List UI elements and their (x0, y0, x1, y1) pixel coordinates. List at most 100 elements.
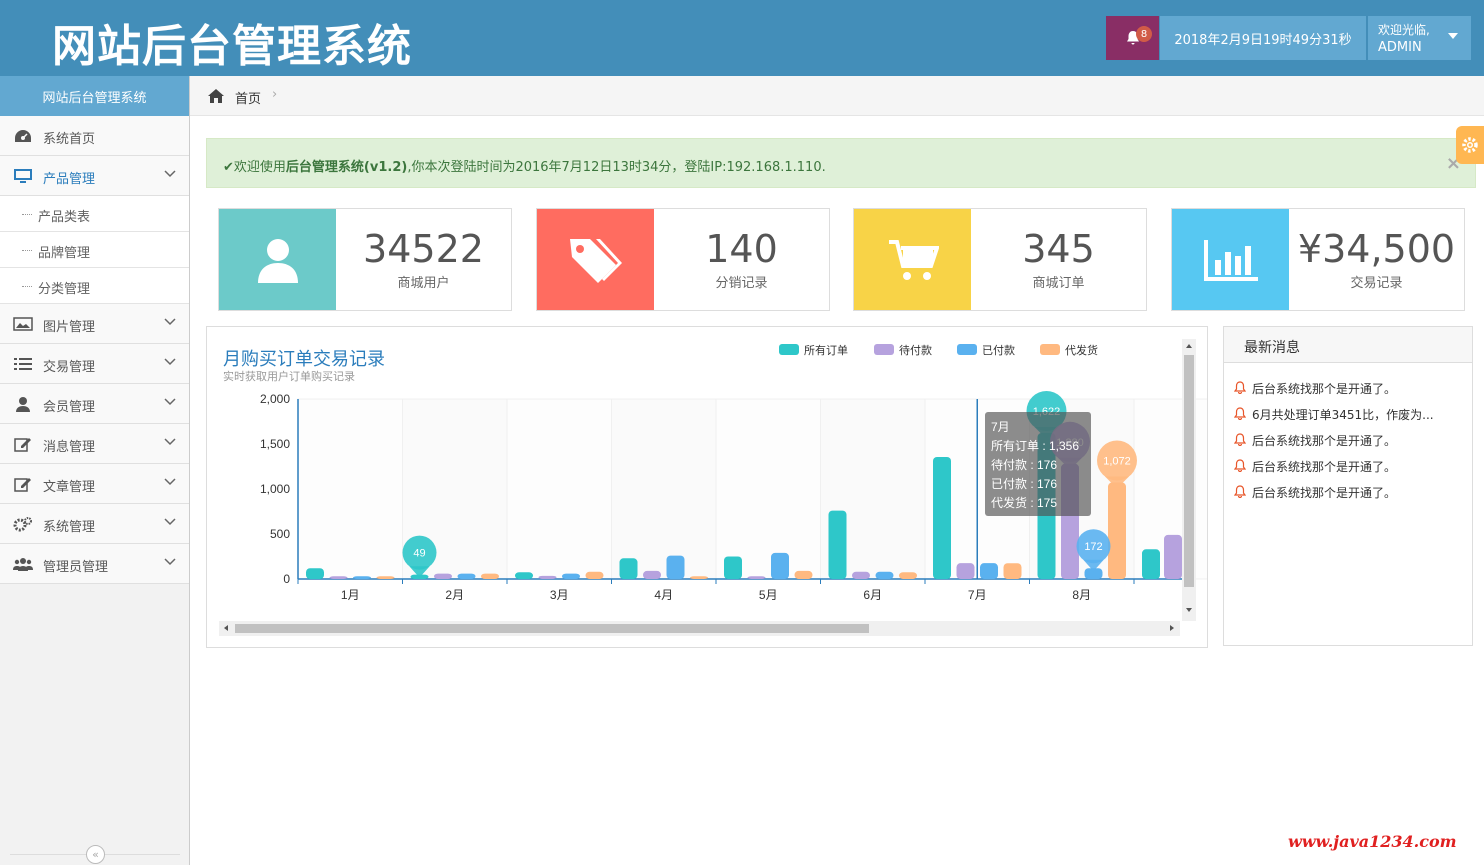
submenu-item-product-list[interactable]: 产品类表 (0, 196, 189, 232)
category-band (297, 398, 403, 580)
sidebar-item-admins[interactable]: 管理员管理 (0, 544, 189, 584)
current-datetime: 2018年2月9日19时49分31秒 (1160, 16, 1366, 60)
chevron-down-icon (164, 518, 176, 526)
bar (933, 456, 951, 579)
sidebar-item-label: 交易管理 (43, 360, 96, 375)
gear-icon (1462, 137, 1478, 153)
legend-swatch (1040, 344, 1060, 355)
bar (585, 571, 604, 579)
breadcrumb-separator-icon: › (272, 87, 278, 102)
settings-toggle[interactable] (1456, 126, 1484, 164)
welcome-alert: ✔欢迎使用后台管理系统(v1.2),你本次登陆时间为2016年7月12日13时3… (206, 138, 1476, 188)
bar (619, 558, 638, 579)
bell-outline-icon (1234, 407, 1246, 420)
bar (515, 572, 533, 579)
bar (538, 575, 557, 579)
sidebar-item-label: 图片管理 (43, 320, 96, 335)
sidebar-item-members[interactable]: 会员管理 (0, 384, 189, 424)
sidebar: 网站后台管理系统 系统首页 产品管理 产品类表 品牌管理 分类管理 图片管理 交… (0, 76, 190, 865)
y-tick-label: 2,000 (260, 392, 290, 406)
sidebar-item-pictures[interactable]: 图片管理 (0, 304, 189, 344)
watermark-text: www.java1234.com (1288, 832, 1457, 851)
x-tick-label: 3月 (550, 588, 569, 602)
stat-card-orders[interactable]: 345 商城订单 (853, 208, 1147, 311)
bar (724, 556, 742, 579)
message-item[interactable]: 后台系统找那个是开通了。 (1224, 479, 1472, 505)
tooltip-line: 代发货 : 175 (991, 495, 1057, 510)
message-item[interactable]: 后台系统找那个是开通了。 (1224, 453, 1472, 479)
sidebar-title: 网站后台管理系统 (0, 76, 189, 116)
breadcrumb-home-link[interactable]: 首页 (235, 88, 261, 107)
x-tick-label: 2月 (445, 588, 464, 602)
bar (329, 576, 348, 579)
alert-message: ✔欢迎使用后台管理系统(v1.2),你本次登陆时间为2016年7月12日13时3… (223, 156, 826, 175)
submenu-label: 产品类表 (38, 210, 91, 225)
home-icon[interactable] (207, 88, 225, 103)
message-item[interactable]: 6月共处理订单3451比，作废为... (1224, 401, 1472, 427)
message-text: 后台系统找那个是开通了。 (1252, 460, 1397, 474)
sidebar-item-articles[interactable]: 文章管理 (0, 464, 189, 504)
sidebar-item-system[interactable]: 系统管理 (0, 504, 189, 544)
stat-card-transactions[interactable]: ¥34,500 交易记录 (1171, 208, 1465, 311)
sidebar-item-label: 管理员管理 (43, 560, 109, 575)
sidebar-item-label: 会员管理 (43, 400, 96, 415)
chevron-down-icon (164, 170, 176, 178)
edit-icon (14, 478, 31, 492)
sidebar-item-transactions[interactable]: 交易管理 (0, 344, 189, 384)
dashboard-icon (15, 130, 31, 142)
stat-icon-box (854, 209, 971, 310)
user-menu[interactable]: 欢迎光临, ADMIN (1368, 16, 1471, 60)
message-text: 后台系统找那个是开通了。 (1252, 382, 1397, 396)
alert-system-name: 后台管理系统(v1.2) (285, 160, 408, 175)
user-icon (16, 397, 30, 412)
orders-bar-chart[interactable]: 2,0001,5001,00050001月2月3月4月5月6月7月8月9491,… (207, 327, 1207, 647)
sidebar-collapse-button[interactable]: « (86, 845, 105, 864)
sidebar-item-messages[interactable]: 消息管理 (0, 424, 189, 464)
submenu-item-categories[interactable]: 分类管理 (0, 268, 189, 304)
category-band (715, 398, 821, 580)
submenu-item-brands[interactable]: 品牌管理 (0, 232, 189, 268)
top-navbar: 网站后台管理系统 8 2018年2月9日19时49分31秒 欢迎光临, ADMI… (0, 0, 1484, 76)
bar (771, 552, 789, 579)
bar (1142, 549, 1160, 579)
bar (828, 510, 847, 579)
brand-logo-text[interactable]: 网站后台管理系统 (52, 10, 412, 74)
notifications-button[interactable]: 8 (1106, 16, 1159, 60)
sidebar-item-dashboard[interactable]: 系统首页 (0, 116, 189, 156)
tree-line (22, 286, 32, 287)
stat-card-distribution[interactable]: 140 分销记录 (536, 208, 830, 311)
breadcrumb: 首页 › (190, 76, 1484, 116)
bar (794, 570, 813, 579)
notification-count-badge: 8 (1136, 26, 1152, 42)
legend-label: 所有订单 (804, 343, 848, 357)
x-tick-label: 7月 (968, 588, 987, 602)
x-tick-label: 4月 (654, 588, 673, 602)
chevron-down-icon (164, 438, 176, 446)
message-item[interactable]: 后台系统找那个是开通了。 (1224, 427, 1472, 453)
sidebar-item-products[interactable]: 产品管理 (0, 156, 189, 196)
legend-swatch (779, 344, 799, 355)
bar (1108, 482, 1126, 579)
tooltip-line: 所有订单 : 1,356 (991, 439, 1079, 453)
message-item[interactable]: 后台系统找那个是开通了。 (1224, 375, 1472, 401)
bell-outline-icon (1234, 485, 1246, 498)
double-chevron-left-icon: « (92, 848, 99, 861)
tooltip-title: 7月 (991, 420, 1010, 434)
stat-value: 345 (1022, 227, 1095, 271)
x-tick-label: 6月 (863, 588, 882, 602)
bar (1003, 563, 1022, 579)
bar (690, 576, 708, 579)
v-scrollbar-thumb (1184, 355, 1194, 587)
bar (899, 572, 917, 579)
chevron-down-icon (164, 358, 176, 366)
stat-card-users[interactable]: 34522 商城用户 (218, 208, 512, 311)
bar (434, 573, 452, 579)
submenu-label: 品牌管理 (38, 246, 91, 261)
user-icon (257, 238, 298, 283)
y-tick-label: 1,000 (260, 482, 290, 496)
data-label: 1,072 (1103, 456, 1131, 468)
username: ADMIN (1378, 40, 1422, 55)
sidebar-item-label: 文章管理 (43, 480, 96, 495)
tree-line (22, 214, 32, 215)
tree-line (22, 250, 32, 251)
